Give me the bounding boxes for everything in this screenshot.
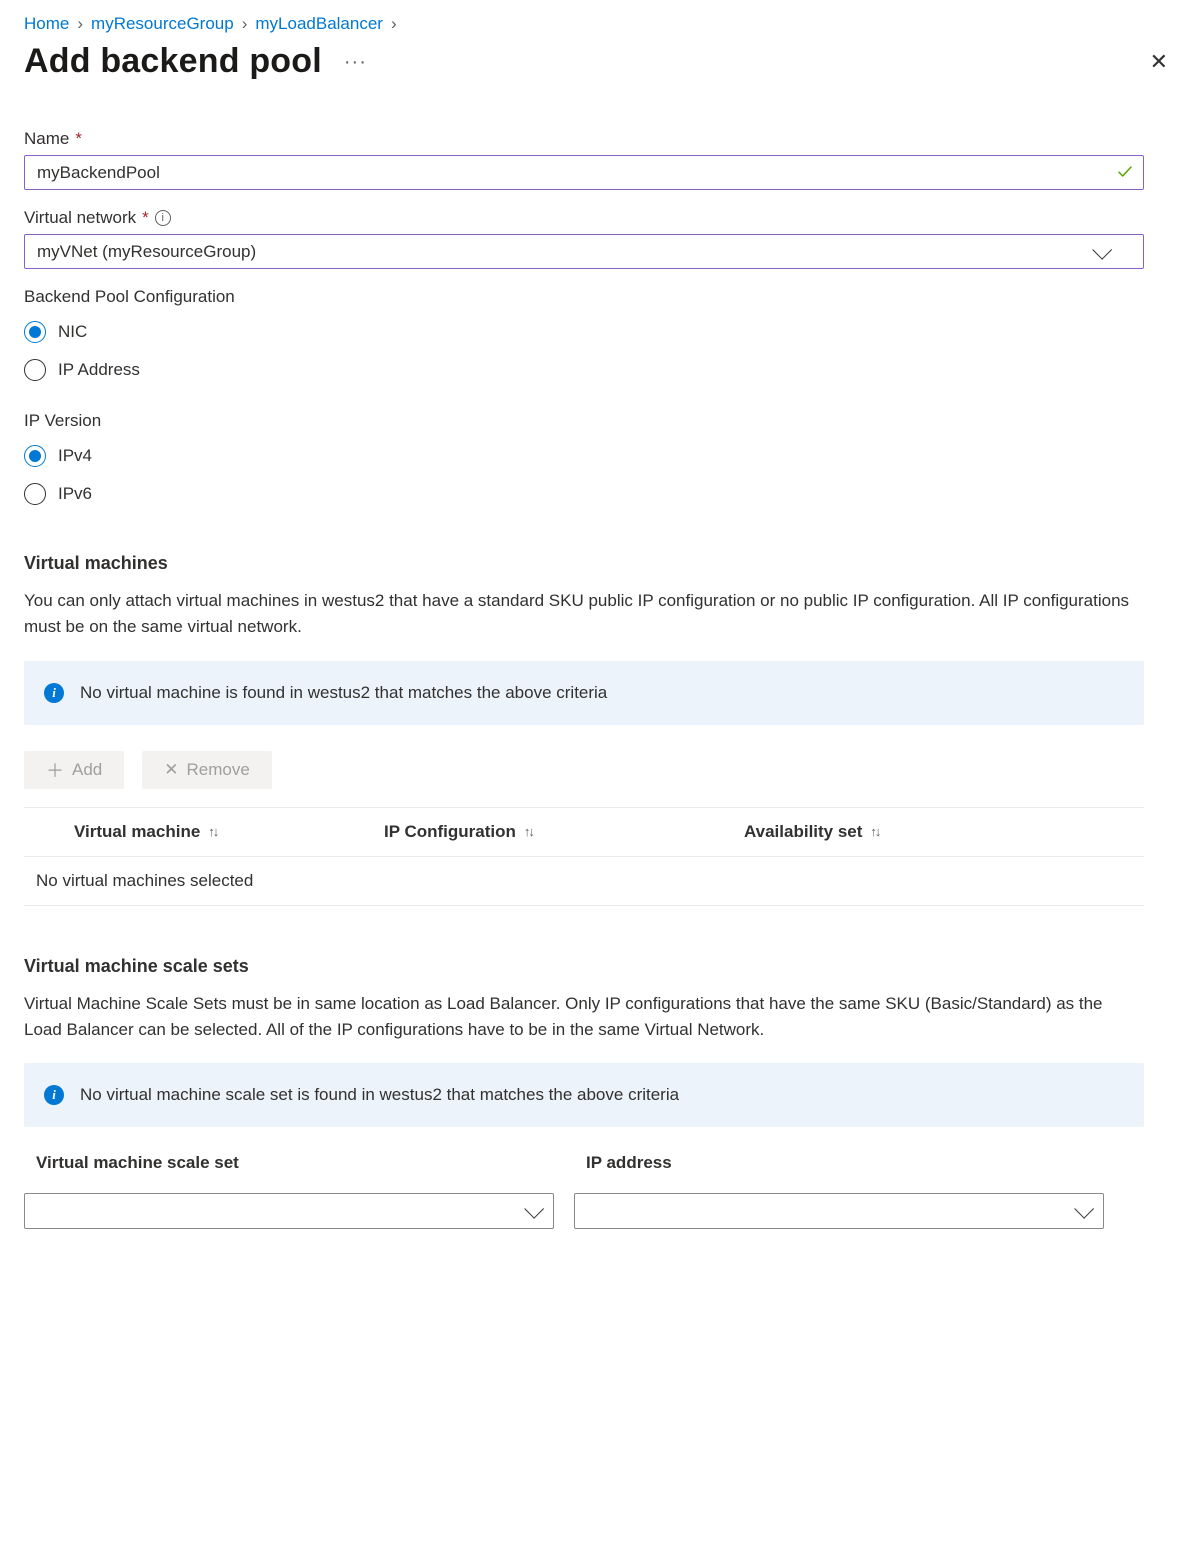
- check-icon: [1116, 162, 1134, 183]
- vm-col-ipconfig[interactable]: IP Configuration ↑↓: [384, 808, 744, 856]
- info-icon: i: [44, 1085, 64, 1105]
- breadcrumb-load-balancer[interactable]: myLoadBalancer: [255, 14, 383, 34]
- vmss-ip-select[interactable]: [574, 1193, 1104, 1229]
- radio-icon: [24, 483, 46, 505]
- vnet-value: myVNet (myResourceGroup): [37, 242, 256, 262]
- vmss-scaleset-label: Virtual machine scale set: [24, 1153, 554, 1173]
- info-icon: i: [44, 683, 64, 703]
- vmss-section-description: Virtual Machine Scale Sets must be in sa…: [24, 991, 1134, 1044]
- vmss-section-title: Virtual machine scale sets: [24, 956, 1176, 977]
- breadcrumb-home[interactable]: Home: [24, 14, 69, 34]
- chevron-right-icon: ›: [77, 14, 83, 34]
- radio-label: IPv4: [58, 446, 92, 466]
- vm-empty-row: No virtual machines selected: [24, 857, 1144, 906]
- radio-label: IPv6: [58, 484, 92, 504]
- backend-config-label: Backend Pool Configuration: [24, 287, 235, 307]
- vnet-label: Virtual network: [24, 208, 136, 228]
- breadcrumb: Home › myResourceGroup › myLoadBalancer …: [24, 14, 1176, 34]
- radio-label: NIC: [58, 322, 87, 342]
- button-label: Remove: [187, 760, 250, 780]
- add-vm-button[interactable]: ＋ Add: [24, 751, 124, 789]
- more-icon[interactable]: ···: [344, 52, 367, 72]
- backend-config-nic-option[interactable]: NIC: [24, 313, 1176, 351]
- vm-table-header: Virtual machine ↑↓ IP Configuration ↑↓ A…: [24, 807, 1144, 857]
- chevron-right-icon: ›: [242, 14, 248, 34]
- vmss-info-banner: i No virtual machine scale set is found …: [24, 1063, 1144, 1127]
- button-label: Add: [72, 760, 102, 780]
- x-icon: ✕: [164, 760, 178, 780]
- vm-section-title: Virtual machines: [24, 553, 1176, 574]
- radio-icon: [24, 359, 46, 381]
- chevron-down-icon: [1074, 1199, 1094, 1219]
- sort-icon: ↑↓: [870, 824, 879, 839]
- vmss-info-text: No virtual machine scale set is found in…: [80, 1085, 679, 1105]
- vm-col-name[interactable]: Virtual machine ↑↓: [24, 808, 384, 856]
- plus-icon: ＋: [46, 757, 64, 783]
- close-icon[interactable]: ✕: [1142, 45, 1176, 79]
- breadcrumb-resource-group[interactable]: myResourceGroup: [91, 14, 234, 34]
- required-indicator: *: [142, 208, 149, 228]
- vm-info-banner: i No virtual machine is found in westus2…: [24, 661, 1144, 725]
- vmss-scaleset-select[interactable]: [24, 1193, 554, 1229]
- radio-label: IP Address: [58, 360, 140, 380]
- vmss-ip-label: IP address: [574, 1153, 1104, 1173]
- ip-version-ipv4-option[interactable]: IPv4: [24, 437, 1176, 475]
- ip-version-label: IP Version: [24, 411, 101, 431]
- vnet-select[interactable]: myVNet (myResourceGroup): [24, 234, 1144, 269]
- chevron-down-icon: [524, 1199, 544, 1219]
- page-title: Add backend pool: [24, 42, 322, 81]
- name-label: Name: [24, 129, 69, 149]
- backend-config-ip-option[interactable]: IP Address: [24, 351, 1176, 389]
- ip-version-ipv6-option[interactable]: IPv6: [24, 475, 1176, 513]
- chevron-right-icon: ›: [391, 14, 397, 34]
- required-indicator: *: [75, 129, 82, 149]
- sort-icon: ↑↓: [208, 824, 217, 839]
- info-icon[interactable]: i: [155, 210, 171, 226]
- vm-col-availset[interactable]: Availability set ↑↓: [744, 808, 1144, 856]
- chevron-down-icon: [1092, 239, 1112, 259]
- remove-vm-button[interactable]: ✕ Remove: [142, 751, 272, 789]
- vm-section-description: You can only attach virtual machines in …: [24, 588, 1134, 641]
- radio-icon: [24, 445, 46, 467]
- name-input[interactable]: [24, 155, 1144, 190]
- radio-icon: [24, 321, 46, 343]
- sort-icon: ↑↓: [524, 824, 533, 839]
- vm-info-text: No virtual machine is found in westus2 t…: [80, 683, 607, 703]
